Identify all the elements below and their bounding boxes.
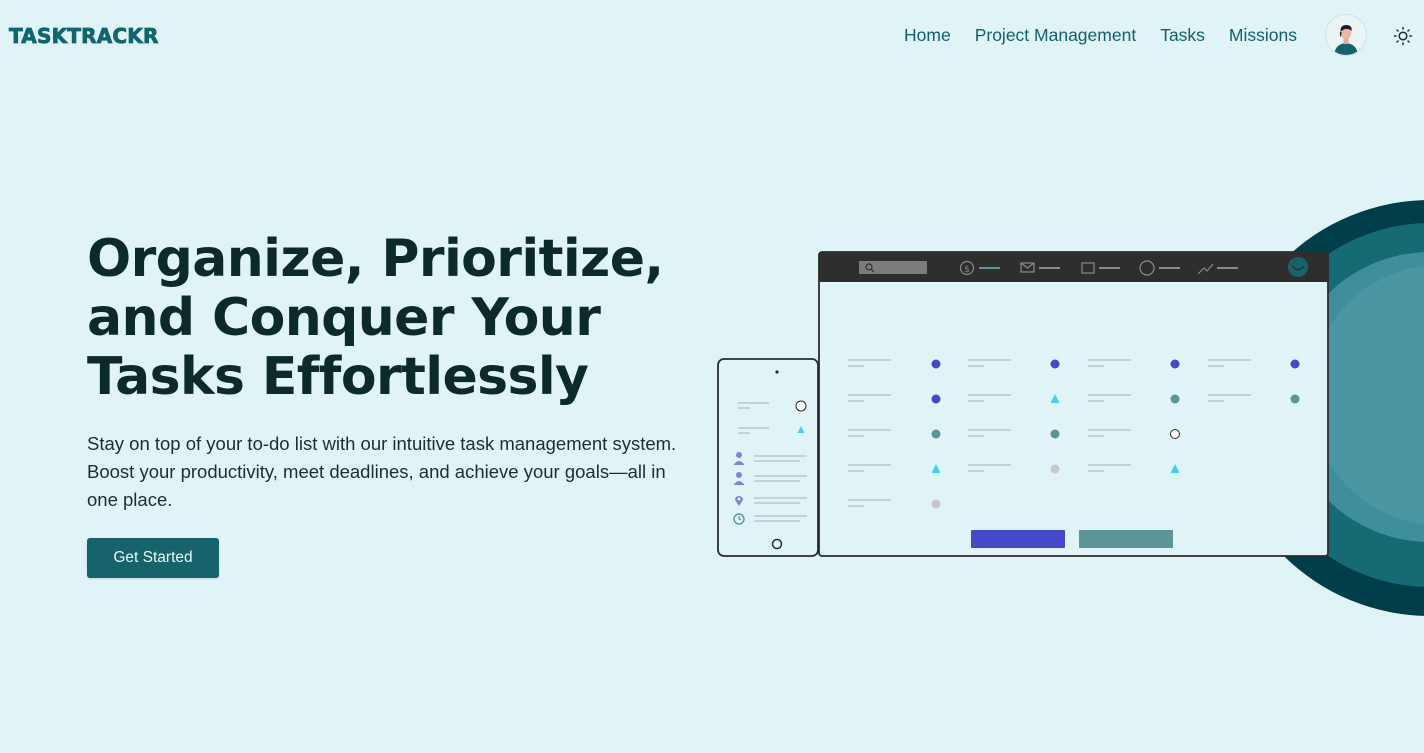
sun-icon[interactable] (1393, 26, 1413, 46)
user-avatar-icon[interactable] (1325, 14, 1367, 56)
tablet-frame (717, 358, 819, 557)
brand-logo[interactable]: TASKTRACKR (9, 24, 159, 49)
nav-link-tasks[interactable]: Tasks (1160, 25, 1205, 46)
search-bar (859, 261, 927, 274)
navbar: TASKTRACKR Home Project Management Tasks… (0, 0, 1424, 72)
illustration-primary-bar (971, 530, 1065, 548)
dashboard-illustration-icon: $ (717, 200, 1424, 616)
hero-title: Organize, Prioritize, and Conquer Your T… (87, 229, 664, 407)
nav-link-project-management[interactable]: Project Management (975, 25, 1136, 46)
get-started-button[interactable]: Get Started (87, 538, 219, 578)
svg-text:$: $ (964, 265, 970, 275)
nav-link-home[interactable]: Home (904, 25, 951, 46)
nav-links: Home Project Management Tasks Missions (880, 25, 1297, 46)
hero-section: Organize, Prioritize, and Conquer Your T… (87, 230, 707, 514)
illustration-secondary-bar (1079, 530, 1173, 548)
hero-subtitle: Stay on top of your to-do list with our … (87, 433, 677, 510)
hero-illustration: $ (700, 190, 1424, 630)
nav-link-missions[interactable]: Missions (1229, 25, 1297, 46)
window-frame (818, 251, 1329, 557)
